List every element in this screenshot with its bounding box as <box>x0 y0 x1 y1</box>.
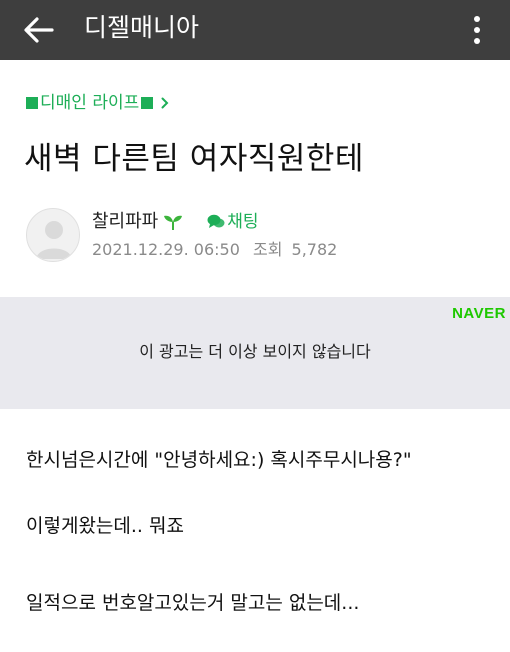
post-title: 새벽 다른팀 여자직원한테 <box>24 141 364 177</box>
post-body-line: 한시넘은시간에 "안녕하세요:) 혹시주무시나용?" <box>26 449 412 471</box>
author-row: 찰리파파 채팅 <box>92 210 259 234</box>
more-options-button[interactable] <box>462 10 492 50</box>
category-label: 디매인 라이프 <box>40 93 140 113</box>
chat-button[interactable]: 채팅 <box>207 210 259 234</box>
arrow-left-icon <box>24 17 54 43</box>
ad-hidden-message: 이 광고는 더 이상 보이지 않습니다 <box>139 342 371 361</box>
category-square-icon <box>141 97 154 109</box>
app-title: 디젤매니아 <box>84 13 200 42</box>
author-name[interactable]: 찰리파파 <box>92 210 158 234</box>
post-meta: 2021.12.29. 06:50 조회 5,782 <box>92 239 337 261</box>
default-user-icon <box>36 221 72 259</box>
post-date: 2021.12.29. 06:50 <box>92 240 240 259</box>
views-count: 5,782 <box>291 240 338 259</box>
chevron-right-icon <box>161 97 169 109</box>
post-body-line: 이렇게왔는데.. 뭐죠 <box>26 515 184 537</box>
chat-label: 채팅 <box>227 212 259 232</box>
back-button[interactable] <box>20 12 58 48</box>
avatar[interactable] <box>26 208 80 262</box>
sprout-level-icon <box>163 213 183 231</box>
post-body-line: 일적으로 번호알고있는거 말고는 없는데... <box>26 592 360 614</box>
more-vertical-icon <box>474 16 480 44</box>
category-link[interactable]: 디매인 라이프 <box>26 92 169 114</box>
views-label: 조회 <box>252 240 283 259</box>
ad-banner: NAVER 이 광고는 더 이상 보이지 않습니다 <box>0 297 510 409</box>
app-header: 디젤매니아 <box>0 0 510 60</box>
category-square-icon <box>26 97 38 109</box>
chat-bubble-icon <box>207 214 225 228</box>
naver-logo: NAVER <box>452 305 506 322</box>
